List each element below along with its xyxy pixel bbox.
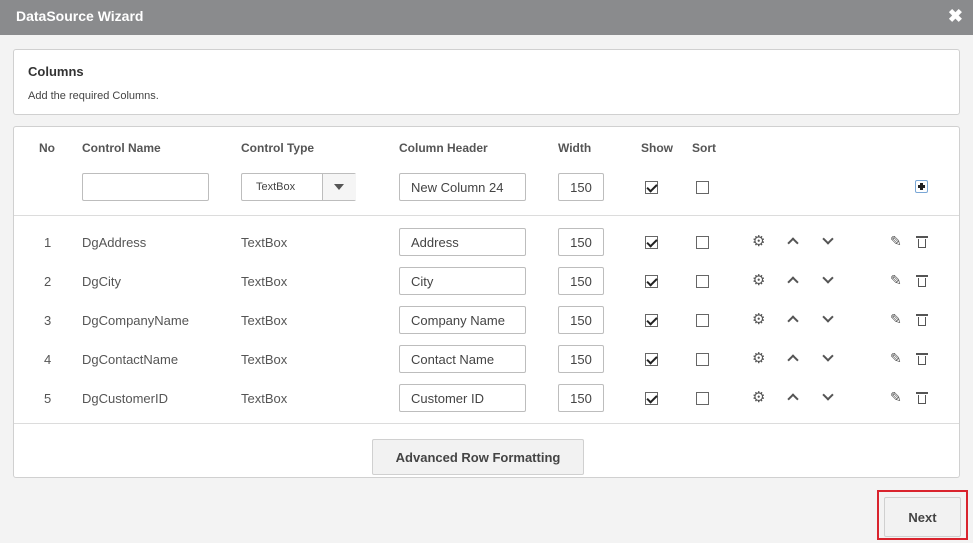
edit-pencil-icon[interactable]: ✎ [890, 272, 902, 289]
show-checkbox[interactable] [645, 181, 658, 194]
advanced-row-formatting-button[interactable]: Advanced Row Formatting [372, 439, 584, 475]
edit-pencil-icon[interactable]: ✎ [890, 233, 902, 250]
table-row: 4 DgContactName TextBox ⚙ ✎ [14, 340, 959, 379]
header-column-header: Column Header [399, 141, 488, 155]
next-button[interactable]: Next [884, 497, 961, 537]
sort-checkbox[interactable] [696, 181, 709, 194]
table-row: 1 DgAddress TextBox ⚙ ✎ [14, 223, 959, 262]
row-column-header-input[interactable] [399, 384, 526, 412]
move-up-icon[interactable] [787, 276, 799, 288]
row-control-type: TextBox [241, 274, 288, 289]
table-row: 3 DgCompanyName TextBox ⚙ ✎ [14, 301, 959, 340]
close-icon[interactable]: ✖ [948, 6, 963, 27]
move-down-icon[interactable] [822, 350, 834, 362]
settings-gear-icon[interactable]: ⚙ [752, 349, 765, 367]
width-input[interactable] [558, 173, 604, 201]
row-control-name: DgCompanyName [82, 313, 189, 328]
header-no: No [39, 141, 55, 155]
divider [14, 423, 959, 424]
row-width-input[interactable] [558, 228, 604, 256]
column-header-input[interactable] [399, 173, 526, 201]
add-column-icon[interactable] [915, 180, 928, 193]
delete-trash-icon[interactable] [916, 236, 928, 248]
edit-pencil-icon[interactable]: ✎ [890, 311, 902, 328]
row-number: 4 [44, 352, 52, 367]
control-type-dropdown-button[interactable] [322, 174, 356, 200]
row-number: 5 [44, 391, 52, 406]
delete-trash-icon[interactable] [916, 275, 928, 287]
columns-table-panel: No Control Name Control Type Column Head… [13, 126, 960, 478]
row-control-type: TextBox [241, 235, 288, 250]
header-show: Show [641, 141, 673, 155]
columns-title: Columns [28, 64, 84, 79]
row-sort-checkbox[interactable] [696, 314, 709, 327]
row-width-input[interactable] [558, 345, 604, 373]
move-up-icon[interactable] [787, 237, 799, 249]
move-down-icon[interactable] [822, 311, 834, 323]
row-control-type: TextBox [241, 352, 288, 367]
window-title: DataSource Wizard [16, 8, 144, 24]
edit-pencil-icon[interactable]: ✎ [890, 389, 902, 406]
row-sort-checkbox[interactable] [696, 236, 709, 249]
header-control-name: Control Name [82, 141, 161, 155]
row-control-name: DgCustomerID [82, 391, 168, 406]
row-sort-checkbox[interactable] [696, 275, 709, 288]
divider [14, 215, 959, 216]
move-down-icon[interactable] [822, 233, 834, 245]
row-show-checkbox[interactable] [645, 353, 658, 366]
row-sort-checkbox[interactable] [696, 392, 709, 405]
table-row: 2 DgCity TextBox ⚙ ✎ [14, 262, 959, 301]
row-control-type: TextBox [241, 391, 288, 406]
edit-pencil-icon[interactable]: ✎ [890, 350, 902, 367]
row-show-checkbox[interactable] [645, 236, 658, 249]
settings-gear-icon[interactable]: ⚙ [752, 232, 765, 250]
header-control-type: Control Type [241, 141, 315, 155]
row-number: 2 [44, 274, 52, 289]
row-number: 1 [44, 235, 52, 250]
row-control-name: DgContactName [82, 352, 179, 367]
row-show-checkbox[interactable] [645, 314, 658, 327]
row-width-input[interactable] [558, 384, 604, 412]
row-show-checkbox[interactable] [645, 392, 658, 405]
move-up-icon[interactable] [787, 354, 799, 366]
move-down-icon[interactable] [822, 389, 834, 401]
row-width-input[interactable] [558, 267, 604, 295]
row-column-header-input[interactable] [399, 267, 526, 295]
header-sort: Sort [692, 141, 716, 155]
move-up-icon[interactable] [787, 393, 799, 405]
row-control-name: DgAddress [82, 235, 147, 250]
columns-info-panel: Columns Add the required Columns. [13, 49, 960, 115]
delete-trash-icon[interactable] [916, 392, 928, 404]
row-sort-checkbox[interactable] [696, 353, 709, 366]
caret-down-icon [334, 184, 344, 190]
settings-gear-icon[interactable]: ⚙ [752, 310, 765, 328]
control-type-selected: TextBox [256, 181, 296, 193]
row-control-type: TextBox [241, 313, 288, 328]
row-column-header-input[interactable] [399, 306, 526, 334]
row-column-header-input[interactable] [399, 228, 526, 256]
control-type-select[interactable]: TextBox [241, 173, 356, 201]
delete-trash-icon[interactable] [916, 353, 928, 365]
columns-description: Add the required Columns. [28, 90, 159, 102]
control-name-input[interactable] [82, 173, 209, 201]
move-up-icon[interactable] [787, 315, 799, 327]
row-number: 3 [44, 313, 52, 328]
title-bar: DataSource Wizard ✖ [0, 0, 973, 35]
settings-gear-icon[interactable]: ⚙ [752, 271, 765, 289]
table-row: 5 DgCustomerID TextBox ⚙ ✎ [14, 379, 959, 418]
delete-trash-icon[interactable] [916, 314, 928, 326]
header-width: Width [558, 141, 592, 155]
row-show-checkbox[interactable] [645, 275, 658, 288]
row-width-input[interactable] [558, 306, 604, 334]
row-column-header-input[interactable] [399, 345, 526, 373]
settings-gear-icon[interactable]: ⚙ [752, 388, 765, 406]
row-control-name: DgCity [82, 274, 122, 289]
move-down-icon[interactable] [822, 272, 834, 284]
